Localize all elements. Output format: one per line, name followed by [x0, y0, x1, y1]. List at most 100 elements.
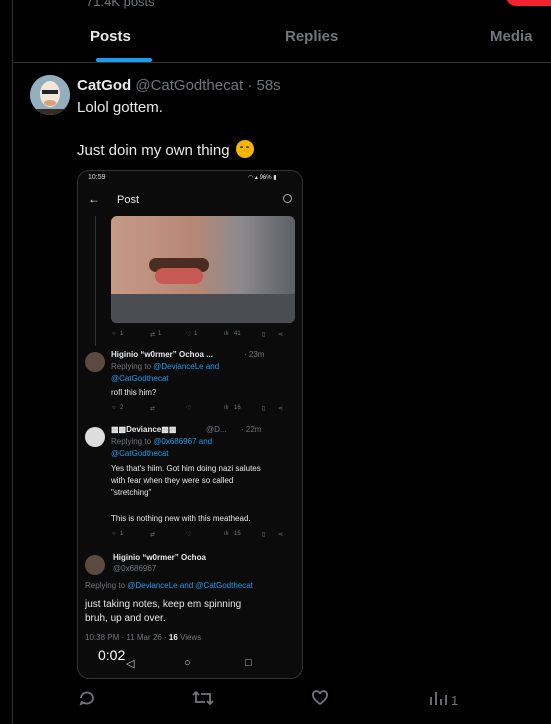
reply-icon: ○ [112, 531, 116, 537]
profile-tabs: Posts Replies Media [13, 14, 551, 63]
thread-line [95, 216, 96, 346]
reply2-name-badge-icon: ▩▩ [111, 425, 127, 434]
reply2-replying-user2: @CatGodthecat [111, 449, 169, 458]
phone-status-time: 10:59 [88, 174, 106, 181]
views-button[interactable] [429, 690, 447, 711]
avatar-image [30, 75, 70, 115]
reply1-name: Higinio “w0rmer” Ochoa ... [111, 350, 213, 359]
reply2-replying: Replying to @0x686967 and [111, 437, 212, 446]
reply1-replying-user2: @CatGodthecat [111, 374, 169, 383]
face-shadow [111, 294, 295, 323]
views-icon: ılı [224, 331, 229, 337]
embedded-media-image [111, 216, 295, 323]
post-text-line2-wrap: Just doin my own thing [77, 140, 254, 159]
reply-count: 2 [120, 405, 124, 411]
back-arrow-icon: ← [88, 192, 100, 206]
like-icon: ♡ [186, 406, 192, 412]
replying-prefix: Replying to [111, 437, 154, 446]
reply2-text-line5: This is nothing new with this meathead. [111, 514, 251, 523]
repost-icon [192, 690, 214, 706]
share-icon: ⋖ [278, 332, 284, 338]
heart-icon [312, 690, 328, 706]
main-reply-replying: Replying to @DevianceLe and @CatGodtheca… [85, 581, 253, 590]
replying-users: @0x686967 and [153, 437, 213, 446]
like-button[interactable] [311, 690, 329, 711]
like-count: 1 [194, 331, 198, 337]
main-reply-text-line1: just taking notes, keep em spinning [85, 599, 242, 610]
reply2-text-line3: "stretching" [111, 488, 152, 497]
main-reply-avatar [85, 555, 105, 575]
share-icon: ⋖ [278, 406, 284, 412]
like-icon: ♡ [186, 332, 192, 338]
reply1-time: · 23m [244, 350, 265, 359]
reply-icon: ○ [112, 405, 116, 411]
android-back-icon: ◁ [126, 658, 135, 670]
post-text-line1: Lolol gottem. [77, 99, 163, 116]
video-timer: 0:02 [98, 647, 126, 663]
views-count: 15 [234, 531, 241, 537]
reply-icon: ○ [112, 331, 116, 337]
repost-button[interactable] [192, 689, 214, 712]
phone-status-battery: ◠ ▴ 96% ▮ [248, 174, 277, 181]
bookmark-icon: ▯ [262, 332, 266, 338]
display-name[interactable]: CatGod [77, 77, 131, 94]
column-divider [12, 0, 13, 724]
active-tab-indicator [96, 58, 152, 62]
tab-media[interactable]: Media [490, 28, 533, 45]
repost-icon: ⇄ [150, 532, 156, 538]
main-reply-footer: 10:38 PM · 11 Mar 26 · 16 Views [85, 633, 201, 642]
battery-icon: ▮ [271, 175, 277, 181]
repost-icon: ⇄ [150, 332, 156, 338]
reply2-text-line1: Yes that's hiim. Got him doing nazi salu… [111, 464, 261, 473]
tab-replies[interactable]: Replies [285, 28, 338, 45]
tab-posts[interactable]: Posts [90, 28, 131, 45]
main-reply-name: Higinio “w0rmer” Ochoa [113, 553, 206, 562]
views-icon: ılı [224, 405, 229, 411]
footer-views-label: Views [177, 633, 202, 642]
reply2-name: Deviance [126, 425, 162, 434]
replying-prefix: Replying to [111, 362, 154, 371]
reply-button[interactable] [78, 689, 96, 712]
views-count: 41 [234, 331, 241, 337]
like-icon: ♡ [186, 532, 192, 538]
bookmark-icon: ▯ [262, 406, 266, 412]
post-text-line2: Just doin my own thing [77, 142, 230, 159]
reply2-text-line2: with fear when they were so called [111, 476, 234, 485]
refresh-icon [283, 194, 292, 203]
footer-time: 10:38 PM · 11 Mar 26 · [85, 633, 169, 642]
follow-button[interactable] [506, 0, 551, 6]
views-count: 16 [234, 405, 241, 411]
reply1-text: rofl this him? [111, 388, 157, 397]
attached-screenshot[interactable]: 10:59 ◠ ▴ 96% ▮ ← Post ○ 1 ⇄ 1 ♡ 1 ılı 4… [77, 170, 303, 679]
bookmark-icon: ▯ [262, 532, 266, 538]
android-home-icon: ○ [184, 657, 191, 669]
hand-over-mouth-emoji-icon [235, 140, 254, 158]
timestamp[interactable]: · 58s [247, 77, 280, 94]
views-chart-icon [430, 692, 447, 705]
footer-views-count: 16 [168, 633, 178, 642]
replying-prefix: Replying to [85, 581, 128, 590]
repost-count: 1 [158, 331, 162, 337]
views-count: 1 [451, 693, 459, 708]
avatar[interactable] [30, 75, 70, 115]
battery-percent: 96% [259, 175, 272, 181]
replying-users: @DevianceLe and @CatGodthecat [127, 581, 253, 590]
main-reply-text-line2: bruh, up and over. [85, 613, 166, 624]
reply2-name-wrap: ▩▩Deviance▩▩ [111, 425, 176, 434]
wifi-signal-icon: ◠ ▴ [248, 175, 260, 181]
reply2-name-badge2-icon: ▩▩ [161, 425, 177, 434]
repost-icon: ⇄ [150, 406, 156, 412]
face-lips [155, 268, 203, 284]
phone-page-title: Post [117, 194, 140, 206]
android-recents-icon: □ [245, 657, 252, 669]
reply2-avatar [85, 427, 105, 447]
post-header: CatGod @CatGodthecat · 58s [77, 77, 281, 94]
reply1-avatar [85, 352, 105, 372]
reply-count: 1 [120, 531, 124, 537]
reply2-handle: @D... [206, 425, 227, 434]
reply1-replying: Replying to @DevianceLe and [111, 362, 219, 371]
main-reply-handle: @0x686967 [113, 564, 157, 573]
post-count: 71.4K posts [86, 0, 155, 9]
share-icon: ⋖ [278, 532, 284, 538]
handle[interactable]: @CatGodthecat [135, 77, 243, 94]
